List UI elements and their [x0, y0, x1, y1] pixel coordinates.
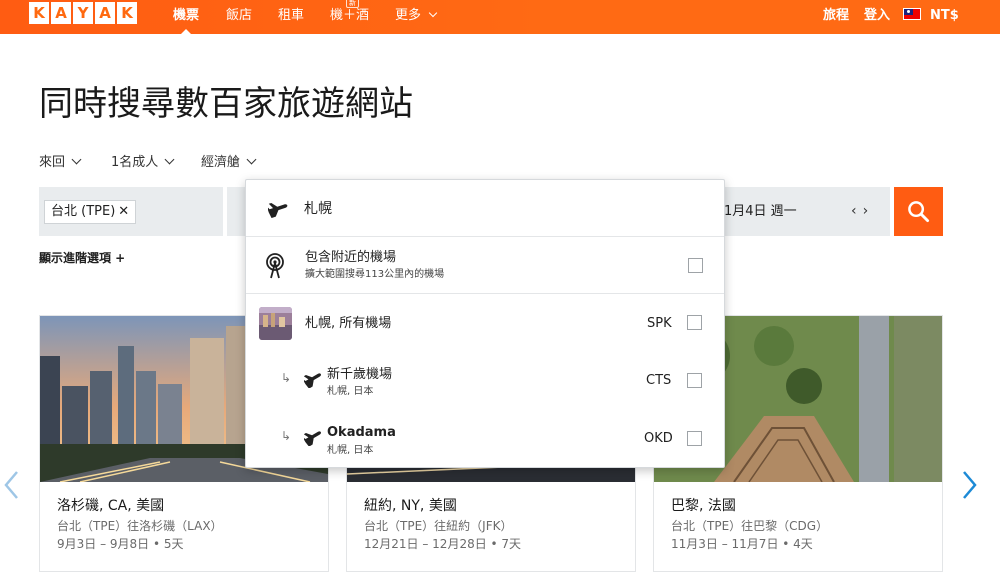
origin-chip-label: 台北 (TPE): [51, 204, 116, 219]
chevron-down-icon: [164, 154, 175, 165]
airport-location: 札幌, 日本: [327, 386, 374, 397]
airport-code: CTS: [646, 373, 672, 388]
airport-checkbox[interactable]: [687, 373, 702, 388]
swap-field: [227, 187, 245, 236]
trip-type-label: 來回: [39, 155, 66, 170]
date-stepper[interactable]: ‹›: [851, 203, 874, 219]
origin-chip[interactable]: 台北 (TPE) ✕: [44, 200, 137, 224]
page-title: 同時搜尋數百家旅遊網站: [39, 84, 413, 124]
card-title: 紐約, NY, 美國: [364, 498, 457, 514]
search-button[interactable]: [894, 187, 943, 236]
airport-option-cts[interactable]: ↳ 新千歲機場 札幌, 日本 CTS: [246, 352, 724, 409]
destination-input-row: [246, 180, 724, 237]
new-badge: 新: [346, 0, 359, 8]
card-title: 洛杉磯, CA, 美國: [57, 498, 165, 514]
destination-dropdown: 包含附近的機場 擴大範圍搜尋113公里內的機場 札幌, 所有機場 SPK ↳ 新…: [245, 179, 725, 468]
destination-input[interactable]: [304, 196, 684, 220]
logo-letter: Y: [73, 2, 93, 24]
card-route: 台北（TPE）往洛杉磯（LAX）: [57, 519, 223, 533]
trip-type-selector[interactable]: 來回: [39, 154, 82, 172]
airplane-icon: [304, 373, 321, 388]
nav-login[interactable]: 登入: [864, 8, 890, 24]
nav-flights[interactable]: 機票: [173, 8, 199, 35]
nearby-checkbox[interactable]: [688, 258, 703, 273]
sub-item-arrow-icon: ↳: [281, 429, 292, 443]
kayak-logo[interactable]: K A Y A K: [29, 2, 137, 24]
nav-packages[interactable]: 機＋酒: [330, 8, 369, 24]
top-nav-bar: K A Y A K 機票 飯店 租車 新 機＋酒 更多 旅程 登入 NT$: [0, 0, 1000, 35]
travelers-selector[interactable]: 1名成人: [111, 154, 175, 172]
airport-checkbox[interactable]: [687, 315, 702, 330]
card-dates: 9月3日 – 9月8日 • 5天: [57, 537, 184, 551]
airport-option-spk[interactable]: 札幌, 所有機場 SPK: [246, 294, 724, 352]
card-dates: 12月21日 – 12月28日 • 7天: [364, 537, 522, 551]
sub-item-arrow-icon: ↳: [281, 371, 292, 385]
nav-more[interactable]: 更多: [395, 8, 438, 24]
airport-name: 新千歲機場: [327, 367, 393, 382]
nav-cars[interactable]: 租車: [278, 8, 304, 24]
chevron-down-icon: [71, 154, 82, 165]
nav-trips[interactable]: 旅程: [823, 8, 849, 24]
card-route: 台北（TPE）往巴黎（CDG）: [671, 519, 829, 533]
logo-letter: A: [51, 2, 71, 24]
airport-option-okd[interactable]: ↳ Okadama 札幌, 日本 OKD: [246, 409, 724, 467]
airplane-icon: [268, 202, 288, 218]
depart-date[interactable]: 1月4日 週一: [724, 203, 797, 221]
nav-hotels[interactable]: 飯店: [226, 8, 252, 24]
airport-code: SPK: [647, 316, 672, 331]
chevron-down-icon: [246, 154, 257, 165]
remove-origin-icon[interactable]: ✕: [118, 204, 129, 219]
airport-code: OKD: [644, 431, 673, 446]
nav-more-label: 更多: [395, 8, 422, 23]
airport-checkbox[interactable]: [687, 431, 702, 446]
advanced-options-link[interactable]: 顯示進階選項 +: [39, 249, 125, 266]
card-route: 台北（TPE）往紐約（JFK）: [364, 519, 513, 533]
travelers-label: 1名成人: [111, 155, 159, 170]
sapporo-thumbnail: [259, 307, 292, 340]
cabin-label: 經濟艙: [201, 155, 241, 170]
logo-letter: A: [95, 2, 115, 24]
airplane-icon: [304, 431, 321, 446]
airport-name: Okadama: [327, 425, 396, 440]
search-icon: [908, 201, 930, 223]
date-prev-icon[interactable]: ‹: [851, 203, 863, 219]
currency-selector[interactable]: NT$: [930, 8, 959, 24]
date-next-icon[interactable]: ›: [863, 203, 875, 219]
kayak-page: K A Y A K 機票 飯店 租車 新 機＋酒 更多 旅程 登入 NT$ 同時…: [0, 0, 1000, 572]
radar-icon: [266, 253, 284, 279]
carousel-next-icon[interactable]: [961, 470, 979, 500]
include-nearby-airports-row[interactable]: 包含附近的機場 擴大範圍搜尋113公里內的機場: [246, 237, 724, 294]
nearby-title: 包含附近的機場: [305, 250, 397, 265]
logo-letter: K: [29, 2, 49, 24]
card-dates: 11月3日 – 11月7日 • 4天: [671, 537, 813, 551]
cabin-selector[interactable]: 經濟艙: [201, 154, 257, 172]
chevron-down-icon: [428, 8, 438, 18]
carousel-prev-icon[interactable]: [2, 470, 20, 500]
nearby-subtitle: 擴大範圍搜尋113公里內的機場: [305, 269, 445, 280]
taiwan-flag-icon[interactable]: [903, 8, 921, 20]
airport-name: 札幌, 所有機場: [305, 316, 392, 331]
logo-letter: K: [117, 2, 137, 24]
card-title: 巴黎, 法國: [671, 498, 736, 514]
airport-location: 札幌, 日本: [327, 445, 374, 456]
